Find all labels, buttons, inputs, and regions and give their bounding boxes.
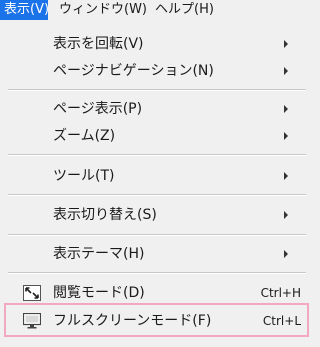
menu-item-label: ツール(T) — [53, 168, 115, 184]
menu-item-display-switch[interactable]: 表示切り替え(S) — [0, 201, 314, 229]
menu-bar: 表示(V) ウィンドウ(W) ヘルプ(H) — [0, 0, 314, 20]
menu-item-display-theme[interactable]: 表示テーマ(H) — [0, 240, 314, 268]
menubar-help[interactable]: ヘルプ(H) — [151, 0, 223, 20]
menu-separator — [8, 234, 306, 236]
menu-item-page-display[interactable]: ページ表示(P) — [0, 95, 314, 123]
menu-item-label: ページ表示(P) — [53, 101, 143, 117]
menu-item-label: 表示切り替え(S) — [53, 207, 157, 223]
menu-item-zoom[interactable]: ズーム(Z) — [0, 122, 314, 150]
menu-item-page-navigation[interactable]: ページナビゲーション(N) — [0, 57, 314, 85]
menu-item-tools[interactable]: ツール(T) — [0, 162, 314, 190]
menu-item-rotate-view[interactable]: 表示を回転(V) — [0, 30, 314, 58]
menu-item-label: ズーム(Z) — [53, 128, 116, 144]
submenu-arrow-icon — [284, 132, 288, 140]
menu-separator — [8, 154, 306, 156]
shortcut-label: Ctrl+L — [262, 314, 301, 328]
menu-separator — [8, 89, 306, 91]
submenu-arrow-icon — [284, 250, 288, 258]
submenu-arrow-icon — [284, 172, 288, 180]
submenu-arrow-icon — [284, 211, 288, 219]
monitor-icon — [22, 312, 42, 329]
menubar-window[interactable]: ウィンドウ(W) — [55, 0, 147, 20]
submenu-arrow-icon — [284, 40, 288, 48]
menu-item-label: ページナビゲーション(N) — [53, 63, 214, 79]
expand-arrows-icon — [23, 285, 41, 301]
menu-separator — [8, 272, 306, 274]
submenu-arrow-icon — [284, 105, 288, 113]
menubar-view[interactable]: 表示(V) — [0, 0, 49, 20]
menu-item-label: 表示テーマ(H) — [53, 246, 145, 262]
submenu-arrow-icon — [284, 67, 288, 75]
view-menu-dropdown: 表示を回転(V) ページナビゲーション(N) ページ表示(P) ズーム(Z) ツ… — [0, 20, 314, 347]
menu-item-label: フルスクリーンモード(F) — [53, 313, 212, 329]
menu-item-fullscreen-mode[interactable]: フルスクリーンモード(F) Ctrl+L — [0, 307, 314, 335]
menu-item-label: 表示を回転(V) — [53, 36, 144, 52]
menu-separator — [8, 194, 306, 196]
